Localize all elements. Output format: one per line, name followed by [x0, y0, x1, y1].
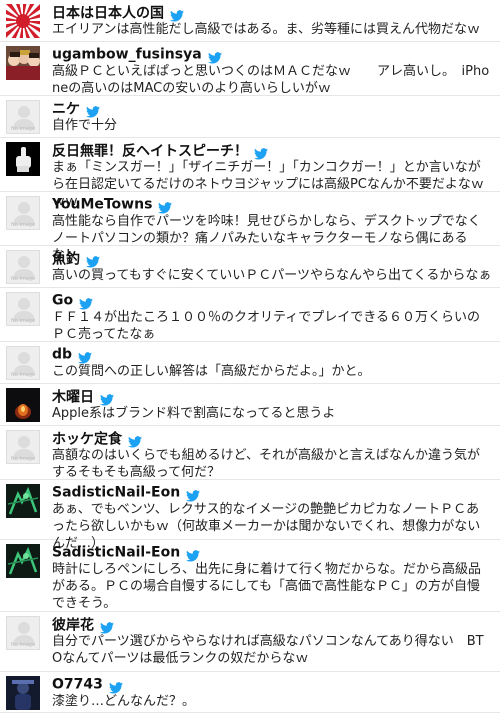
avatar[interactable]: [6, 676, 40, 710]
avatar-placeholder-text: No Image: [10, 276, 36, 282]
tweet-item: SadisticNail-Eon 時計にしろペンにしろ、出先に身に着けて行く物だか…: [0, 540, 500, 612]
tweet-header: db: [52, 344, 93, 364]
twitter-bird-icon: [86, 103, 100, 118]
tweet-item: No Image ホッケ定食 高額なのはいくらでも組めるけど、それが高級かと言えばな…: [0, 426, 500, 480]
tweet-header: SadisticNail-Eon: [52, 482, 201, 502]
avatar-placeholder[interactable]: No Image: [6, 430, 40, 464]
username-link[interactable]: SadisticNail-Eon: [52, 545, 180, 561]
twitter-bird-icon: [86, 253, 100, 268]
avatar-placeholder[interactable]: No Image: [6, 346, 40, 380]
twitter-bird-icon: [108, 679, 123, 694]
tweet-text: 時計にしろペンにしろ、出先に身に着けて行く物だからな。だから高級品がある。ＰＣの…: [52, 562, 482, 611]
username-link[interactable]: 彼岸花: [52, 618, 94, 634]
tweet-item: O7743 漆塗り…どんなんだ？。: [0, 672, 500, 713]
twitter-bird-icon: [207, 49, 222, 64]
tweet-item: No Image db この質問への正しい解答は「高級だからだよ。」かと。: [0, 342, 500, 384]
avatar[interactable]: [6, 388, 40, 422]
avatar[interactable]: [6, 484, 40, 518]
tweet-header: 魚釣: [52, 248, 100, 268]
tweet-header: 反日無罪！反ヘイトスピーチ！: [52, 140, 268, 160]
avatar-placeholder[interactable]: No Image: [6, 100, 40, 134]
tweet-item: No Image 彼岸花 自分でパーツ選びからやらなければ高級なパソコンなんてあり得…: [0, 612, 500, 672]
avatar-placeholder-text: No Image: [10, 372, 36, 378]
username-link[interactable]: db: [52, 347, 72, 363]
twitter-bird-icon: [100, 391, 114, 406]
tweet-item: 木曜日 Apple系はブランド料で割高になってると思うよ: [0, 384, 500, 426]
tweet-header: ugambow_fusinsya: [52, 44, 222, 64]
avatar-placeholder[interactable]: No Image: [6, 196, 40, 230]
tweet-item: 反日無罪！反ヘイトスピーチ！ まぁ「ミンスガー！」「ザイニチガー！」「カンコクガー…: [0, 138, 500, 209]
tweet-text: この質問への正しい解答は「高級だからだよ。」かと。: [52, 364, 371, 379]
twitter-bird-icon: [128, 433, 142, 448]
avatar-placeholder-text: No Image: [10, 456, 36, 462]
tweet-item: ugambow_fusinsya 高級ＰＣといえばぱっと思いつくのはＭＡＣだなｗ …: [0, 42, 500, 96]
tweet-text: エイリアンは高性能だし高級ではある。ま、劣等種には買えん代物だなｗ: [52, 22, 480, 37]
twitter-bird-icon: [186, 487, 201, 502]
tweet-text: 高いの買ってもすぐに安くていいＰＣパーツやらなんやら出てくるからなぁ: [52, 268, 492, 283]
username-link[interactable]: 反日無罪！反ヘイトスピーチ！: [52, 144, 248, 160]
avatar-placeholder[interactable]: No Image: [6, 250, 40, 284]
twitter-bird-icon: [78, 349, 93, 364]
tweet-header: Go: [52, 290, 94, 310]
username-link[interactable]: ugambow_fusinsya: [52, 47, 202, 63]
username-link[interactable]: YouMeTowns: [52, 197, 152, 213]
avatar-placeholder[interactable]: No Image: [6, 292, 40, 326]
username-link[interactable]: 木曜日: [52, 390, 94, 406]
tweet-text: Apple系はブランド料で割高になってると思うよ: [52, 406, 336, 421]
username-link[interactable]: Go: [52, 293, 73, 309]
avatar-placeholder-text: No Image: [10, 318, 36, 324]
avatar-placeholder-text: No Image: [10, 222, 36, 228]
tweet-header: 木曜日: [52, 386, 114, 406]
twitter-bird-icon: [254, 145, 268, 160]
username-link[interactable]: 日本は日本人の国: [52, 6, 164, 22]
tweet-text: 高額なのはいくらでも組めるけど、それが高級かと言えばなんか違う気がするそもそも高…: [52, 448, 480, 480]
tweet-header: ホッケ定食: [52, 428, 142, 448]
avatar[interactable]: [6, 142, 40, 176]
twitter-bird-icon: [186, 547, 201, 562]
avatar-placeholder[interactable]: No Image: [6, 616, 40, 650]
avatar[interactable]: [6, 4, 40, 38]
tweet-text: ＦＦ１４が出たころ１００％のクオリティでプレイできる６０万くらいのＰＣ売ってたな…: [52, 310, 480, 342]
tweet-item: SadisticNail-Eon あぁ、でもベンツ、レクサス的なイメージの艶艶ピカ…: [0, 480, 500, 551]
avatar[interactable]: [6, 544, 40, 578]
tweet-text: 自作で十分: [52, 118, 118, 133]
twitter-bird-icon: [100, 619, 114, 634]
tweet-text: 自分でパーツ選びからやらなければ高級なパソコンなんてあり得ない BTOなんてパー…: [52, 634, 484, 666]
avatar-placeholder-text: No Image: [10, 126, 36, 132]
tweet-header: SadisticNail-Eon: [52, 542, 201, 562]
tweet-item: No Image YouMeTowns 高性能なら自作でパーツを吟味！見せびらかしな…: [0, 192, 500, 263]
avatar[interactable]: [6, 46, 40, 80]
tweet-header: O7743: [52, 674, 123, 694]
tweet-header: 彼岸花: [52, 614, 114, 634]
tweet-header: 日本は日本人の国: [52, 2, 184, 22]
twitter-bird-icon: [170, 7, 184, 22]
tweet-item: No Image ニケ 自作で十分: [0, 96, 500, 138]
tweet-text: 漆塗り…どんなんだ？。: [52, 694, 196, 709]
twitter-bird-icon: [158, 199, 173, 214]
avatar-placeholder-text: No Image: [10, 642, 36, 648]
tweet-header: YouMeTowns: [52, 194, 173, 214]
twitter-bird-icon: [79, 295, 94, 310]
username-link[interactable]: O7743: [52, 677, 103, 693]
username-link[interactable]: SadisticNail-Eon: [52, 485, 180, 501]
username-link[interactable]: ニケ: [52, 102, 80, 118]
tweet-header: ニケ: [52, 98, 100, 118]
tweet-item: No Image Go ＦＦ１４が出たころ１００％のクオリティでプレイできる６０万く…: [0, 288, 500, 342]
tweet-text: 高級ＰＣといえばぱっと思いつくのはＭＡＣだなｗ アレ高いし。 iPhoneの高い…: [52, 64, 490, 96]
username-link[interactable]: 魚釣: [52, 252, 80, 268]
tweet-item: No Image 魚釣 高いの買ってもすぐに安くていいＰＣパーツやらなんやら出てくる…: [0, 246, 500, 288]
tweet-item: 日本は日本人の国 エイリアンは高性能だし高級ではある。ま、劣等種には買えん代物だな…: [0, 0, 500, 42]
username-link[interactable]: ホッケ定食: [52, 432, 122, 448]
